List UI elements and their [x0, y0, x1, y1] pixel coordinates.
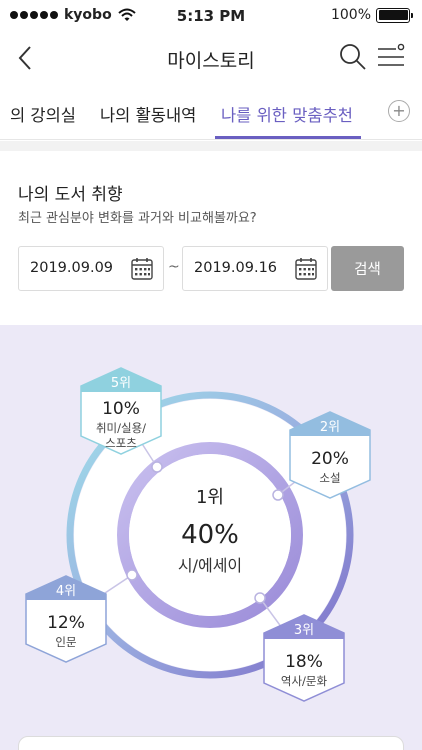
badge-dot	[254, 592, 266, 604]
start-date-value: 2019.09.09	[30, 260, 114, 276]
badge-rank: 4위	[56, 584, 76, 599]
badge-rank: 2위	[320, 420, 340, 435]
center-rank: 1위	[196, 487, 224, 508]
badge-category: 인문	[55, 635, 76, 649]
status-right: 100%	[330, 7, 413, 23]
tab-add-button[interactable]: +	[388, 100, 410, 122]
badge-value: 20%	[311, 449, 349, 469]
menu-icon[interactable]	[376, 42, 406, 72]
tab-lecture-room[interactable]: 의 강의실	[10, 102, 76, 126]
section-subtitle: 최근 관심분야 변화를 과거와 비교해볼까요?	[18, 211, 257, 226]
bottom-card	[18, 736, 404, 750]
start-date-field[interactable]: 2019.09.09	[18, 246, 164, 291]
battery-icon	[376, 7, 413, 23]
status-bar: kyobo 5:13 PM 100%	[0, 0, 422, 32]
search-button[interactable]: 검색	[331, 246, 404, 291]
badge-value: 18%	[285, 652, 323, 672]
badge-value: 12%	[47, 613, 85, 633]
badge-category: 역사/문화	[281, 674, 328, 688]
end-date-field[interactable]: 2019.09.16	[182, 246, 328, 291]
reading-taste-chart: 1위 40% 시/에세이 2위 20% 소설 3위 18% 역사/문화 4위 12% 인문 5위 10% 취…	[0, 325, 422, 750]
badge-dot	[272, 489, 284, 501]
tab-bar: 의 강의실 나의 활동내역 나를 위한 맞춤추천 +	[0, 84, 422, 140]
center-category: 시/에세이	[178, 556, 242, 575]
active-tab-indicator	[215, 136, 361, 139]
badge-dot	[151, 461, 163, 473]
badge-value: 10%	[102, 399, 140, 419]
badge-category: 소설	[319, 471, 340, 485]
badge-dot	[126, 569, 138, 581]
calendar-icon[interactable]	[295, 257, 317, 280]
battery-percent: 100%	[330, 7, 371, 23]
tab-recommendations[interactable]: 나를 위한 맞춤추천	[221, 102, 353, 126]
tab-activity-history[interactable]: 나의 활동내역	[100, 102, 196, 126]
date-range-separator: ~	[168, 259, 180, 275]
center-value: 40%	[181, 520, 239, 550]
calendar-icon[interactable]	[131, 257, 153, 280]
section-title: 나의 도서 취향	[18, 185, 123, 205]
search-icon[interactable]	[338, 42, 368, 72]
end-date-value: 2019.09.16	[194, 260, 278, 276]
nav-bar: 마이스토리	[0, 32, 422, 84]
chart-svg: 1위 40% 시/에세이 2위 20% 소설 3위 18% 역사/문화 4위 12% 인문 5위 10% 취…	[25, 367, 371, 702]
badge-category: 취미/실용/	[96, 421, 146, 435]
badge-category: 스포츠	[105, 436, 137, 450]
badge-rank: 5위	[111, 376, 131, 391]
section-divider	[0, 141, 422, 151]
badge-rank: 3위	[294, 623, 314, 638]
